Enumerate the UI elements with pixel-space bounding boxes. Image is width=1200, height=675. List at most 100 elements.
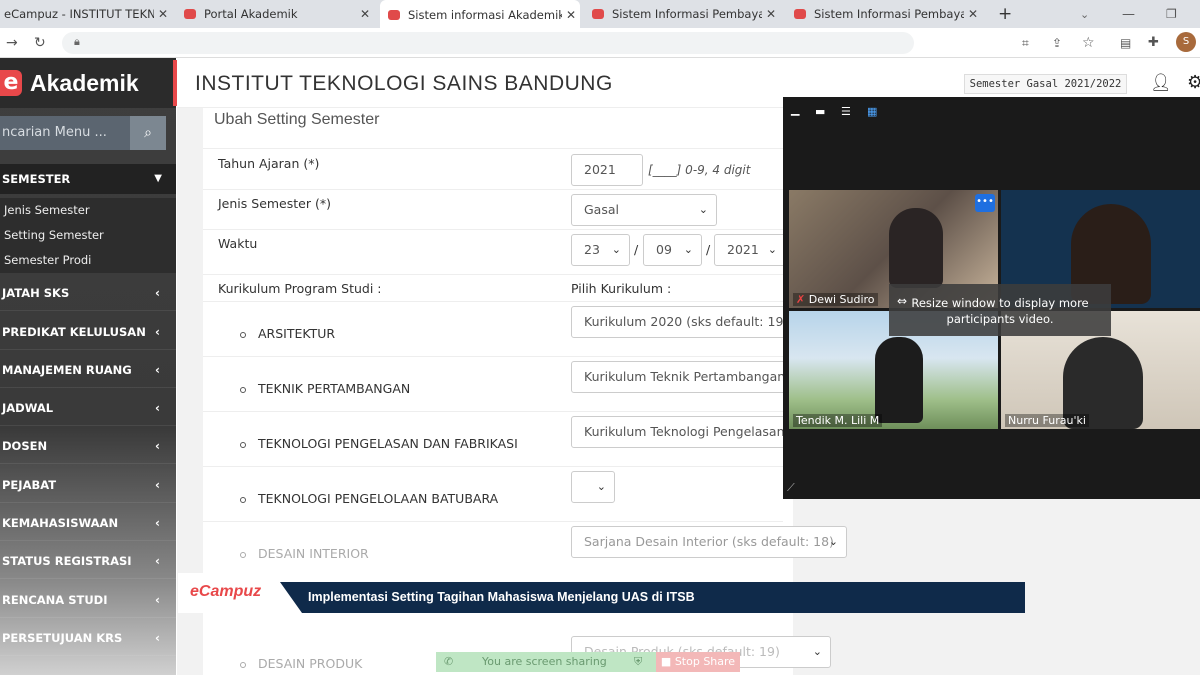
participant-name: Tendik M. Lili M: [793, 414, 883, 427]
browser-tab[interactable]: eCampuz - INSTITUT TEKNOL ✕: [0, 0, 172, 28]
forward-icon[interactable]: →: [6, 34, 18, 52]
logo-text: Akademik: [30, 69, 139, 96]
sidebar-item-predikat-kelulusan[interactable]: PREDIKAT KELULUSAN ‹: [0, 314, 176, 350]
close-icon[interactable]: ✕: [356, 7, 374, 21]
browser-tab[interactable]: Sistem Informasi Pembayaran ✕: [584, 0, 780, 28]
sidebar-item-jatah-sks[interactable]: JATAH SKS ‹: [0, 275, 176, 311]
waktu-day-select[interactable]: 23 ⌄: [571, 234, 630, 266]
reload-icon[interactable]: ↻: [34, 34, 46, 52]
sidebar-item-label: PERSETUJUAN KRS: [2, 631, 123, 645]
search-button[interactable]: ⌕: [130, 116, 166, 150]
extension-page-icon[interactable]: ▤: [1120, 34, 1131, 52]
waktu-year-select[interactable]: 2021 ⌄: [714, 234, 786, 266]
muted-mic-icon: ✗: [796, 293, 809, 306]
browser-tab-active[interactable]: Sistem informasi Akademik - ✕: [380, 0, 580, 30]
more-options-icon[interactable]: •••: [975, 194, 995, 212]
resize-icon: ⇔: [897, 294, 908, 308]
sidebar-subitem-setting-semester[interactable]: Setting Semester: [0, 223, 176, 248]
jenis-semester-select[interactable]: Gasal ⌄: [571, 194, 717, 226]
select-value: Gasal: [584, 202, 619, 217]
sidebar-item-label: JADWAL: [2, 401, 54, 415]
kurikulum-select[interactable]: Kurikulum 2020 (sks default: 19): [571, 306, 791, 338]
puzzle-icon[interactable]: ✚: [1148, 34, 1159, 52]
stop-share-button[interactable]: ■ Stop Share: [656, 652, 740, 672]
sidebar: e Akademik ncarian Menu ... ⌕ SEMESTER ▼…: [0, 58, 176, 675]
sidebar-item-label: DOSEN: [2, 439, 48, 453]
menu-search-input[interactable]: ncarian Menu ...: [0, 116, 130, 150]
brand-text: eCampuz: [190, 583, 262, 600]
share-icon[interactable]: ⇪: [1052, 34, 1062, 52]
sidebar-item-label: SEMESTER: [2, 172, 71, 186]
sidebar-item-label: MANAJEMEN RUANG: [2, 363, 132, 377]
sidebar-item-persetujuan-krs[interactable]: PERSETUJUAN KRS ‹: [0, 620, 176, 656]
close-icon[interactable]: ✕: [964, 7, 982, 21]
close-icon[interactable]: ✕: [154, 7, 172, 21]
bullet-icon: [240, 441, 246, 448]
tahun-ajaran-label: Tahun Ajaran (*): [218, 156, 320, 171]
kurikulum-select[interactable]: Kurikulum Teknik Pertambangan: [571, 361, 791, 393]
shield-icon: ⛨: [634, 655, 643, 668]
participant-name: Nurru Furau'ki: [1005, 414, 1089, 427]
translate-icon[interactable]: ⌗: [1022, 34, 1029, 52]
screen-sharing-indicator: ✆ You are screen sharing ⛨: [436, 652, 656, 672]
sidebar-item-label: STATUS REGISTRASI: [2, 554, 132, 568]
sidebar-item-pejabat[interactable]: PEJABAT ‹: [0, 467, 176, 503]
strip-view-icon[interactable]: ☰: [841, 105, 855, 118]
sidebar-item-rencana-studi[interactable]: RENCANA STUDI ‹: [0, 582, 176, 618]
date-separator: /: [634, 242, 639, 257]
stop-icon: ■: [660, 655, 675, 668]
sidebar-subitem-jenis-semester[interactable]: Jenis Semester: [0, 198, 176, 223]
user-icon[interactable]: 👤︎: [1150, 73, 1172, 93]
prodi-name: DESAIN PRODUK: [258, 656, 363, 671]
favicon-icon: [184, 9, 196, 19]
sidebar-item-manajemen-ruang[interactable]: MANAJEMEN RUANG ‹: [0, 352, 176, 388]
divider: [203, 189, 783, 190]
kurikulum-select[interactable]: Kurikulum Teknologi Pengelasan: [571, 416, 791, 448]
tab-search-icon[interactable]: ⌄: [1080, 0, 1089, 28]
divider: [203, 148, 783, 149]
chevron-left-icon: ‹: [155, 363, 160, 377]
jenis-semester-label: Jenis Semester (*): [218, 196, 331, 211]
minimize-icon[interactable]: ▁: [791, 103, 805, 116]
date-separator: /: [706, 242, 711, 257]
institution-title: INSTITUT TEKNOLOGI SAINS BANDUNG: [195, 72, 613, 95]
kurikulum-select[interactable]: Sarjana Desain Interior (sks default: 18…: [571, 526, 847, 558]
stop-share-label: Stop Share: [674, 655, 736, 668]
sidebar-item-status-registrasi[interactable]: STATUS REGISTRASI ‹: [0, 543, 176, 579]
chevron-left-icon: ‹: [155, 439, 160, 453]
favicon-icon: [592, 9, 604, 19]
sidebar-subitem-semester-prodi[interactable]: Semester Prodi: [0, 248, 176, 273]
plus-icon: +: [998, 4, 1013, 24]
star-icon[interactable]: ☆: [1082, 34, 1095, 52]
waktu-month-select[interactable]: 09 ⌄: [643, 234, 702, 266]
browser-tab[interactable]: Sistem Informasi Pembayaran ✕: [786, 0, 982, 28]
tahun-ajaran-input[interactable]: 2021: [571, 154, 643, 186]
kurikulum-select[interactable]: ⌄: [571, 471, 615, 503]
speaker-view-icon[interactable]: ▬: [815, 105, 829, 118]
profile-avatar[interactable]: S: [1176, 32, 1196, 52]
restore-icon[interactable]: ❐: [1166, 0, 1177, 28]
divider: [203, 274, 783, 275]
browser-tab[interactable]: Portal Akademik ✕: [176, 0, 374, 28]
sidebar-item-kemahasiswaan[interactable]: KEMAHASISWAAN ‹: [0, 505, 176, 541]
sidebar-item-semester[interactable]: SEMESTER ▼: [0, 164, 176, 194]
gallery-view-icon[interactable]: ▦: [867, 105, 881, 118]
chevron-left-icon: ‹: [155, 554, 160, 568]
sidebar-item-jadwal[interactable]: JADWAL ‹: [0, 390, 176, 426]
minimize-icon[interactable]: —: [1122, 0, 1135, 28]
app-logo[interactable]: e Akademik: [0, 58, 176, 108]
chevron-left-icon: ‹: [155, 593, 160, 607]
close-icon[interactable]: ✕: [562, 8, 580, 22]
close-icon[interactable]: ✕: [762, 7, 780, 21]
address-bar[interactable]: 🔒︎: [62, 32, 914, 54]
new-tab-button[interactable]: +: [998, 0, 1018, 28]
gear-icon[interactable]: ⚙: [1187, 72, 1200, 93]
divider: [203, 521, 783, 522]
participant-video: [889, 208, 943, 288]
sidebar-item-label: PREDIKAT KELULUSAN: [2, 325, 146, 339]
select-value: 2021: [727, 242, 759, 257]
logo-mark: e: [0, 70, 22, 96]
resize-handle-icon[interactable]: ⟋: [787, 481, 801, 494]
chevron-left-icon: ‹: [155, 478, 160, 492]
sidebar-item-dosen[interactable]: DOSEN ‹: [0, 428, 176, 464]
